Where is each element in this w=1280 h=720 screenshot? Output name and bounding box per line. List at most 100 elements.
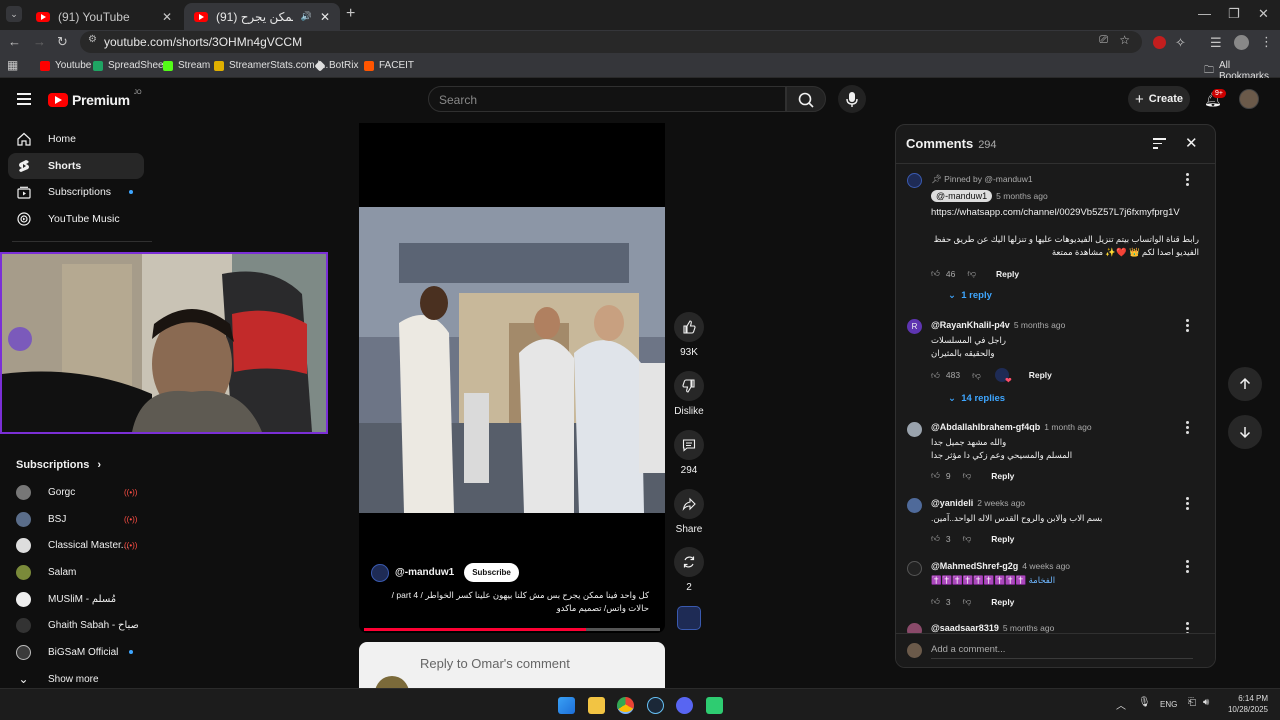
thumbs-up-icon[interactable]: 👍︎ xyxy=(931,596,940,607)
comment-link[interactable]: https://whatsapp.com/channel/0029Vb5Z57L… xyxy=(931,207,1180,218)
bookmark-stream[interactable]: Stream xyxy=(163,60,210,71)
subscription-gorgc[interactable]: Gorgc ((•)) xyxy=(16,483,146,501)
sound-thumbnail[interactable] xyxy=(677,606,701,630)
next-short-button[interactable] xyxy=(1228,415,1262,449)
audio-playing-icon[interactable]: 🔊 xyxy=(301,11,312,22)
comment-options-icon[interactable] xyxy=(1186,497,1189,512)
subscription-classical-master[interactable]: Classical Master... ((•)) xyxy=(16,536,146,554)
subscribe-button[interactable]: Subscribe xyxy=(464,563,519,582)
windows-start-icon[interactable] xyxy=(558,697,575,714)
reply-button[interactable]: Reply xyxy=(996,269,1019,279)
video-progress-track[interactable] xyxy=(364,628,660,631)
new-tab-button[interactable]: + xyxy=(346,5,355,23)
app-icon[interactable] xyxy=(706,697,723,714)
tab-search-icon[interactable]: ⌄ xyxy=(6,6,22,22)
tab-shorts-video[interactable]: (91) كل واحد فينا ممكن يجرح 🔊 ✕ xyxy=(184,3,340,30)
subscription-bsj[interactable]: BSJ ((•)) xyxy=(16,510,146,528)
sidebar-item-youtube-music[interactable]: YouTube Music xyxy=(8,206,144,232)
thumbs-up-icon[interactable]: 👍︎ xyxy=(931,370,940,381)
forward-arrow-icon[interactable]: → xyxy=(33,34,46,49)
reading-list-icon[interactable]: ☰ xyxy=(1210,35,1222,51)
channel-avatar[interactable] xyxy=(371,563,389,582)
reload-icon[interactable]: ↻ xyxy=(57,34,68,50)
close-window-icon[interactable]: ✕ xyxy=(1258,6,1269,22)
language-indicator[interactable]: ENG xyxy=(1160,700,1177,709)
profile-avatar[interactable] xyxy=(1234,35,1249,50)
comment-options-icon[interactable] xyxy=(1186,560,1189,575)
apps-grid-icon[interactable]: ▦ xyxy=(7,58,18,72)
shorts-video-player[interactable]: @-manduw1 Subscribe كل واحد فينا ممكن يج… xyxy=(359,123,665,633)
comment-author[interactable]: @AbdallahIbrahem-gf4qb xyxy=(931,422,1040,432)
hamburger-menu-icon[interactable] xyxy=(17,93,31,105)
clock[interactable]: 6:14 PM 10/28/2025 xyxy=(1226,693,1268,715)
thumbs-down-icon[interactable]: 👎︎ xyxy=(963,596,972,607)
sidebar-item-home[interactable]: Home xyxy=(8,126,144,152)
search-button[interactable] xyxy=(786,86,826,112)
minimize-window-icon[interactable]: — xyxy=(1198,6,1211,21)
extensions-puzzle-icon[interactable]: ✧ xyxy=(1175,35,1186,51)
comment-author-chip[interactable]: @-manduw1 xyxy=(931,190,993,202)
subscription-muslim[interactable]: MUSliM - مُسلم xyxy=(16,590,146,608)
comment-avatar[interactable] xyxy=(907,422,922,437)
discord-icon[interactable] xyxy=(676,697,693,714)
reply-button[interactable]: Reply xyxy=(991,471,1014,481)
install-app-icon[interactable]: ⎚ xyxy=(1099,34,1108,47)
sort-comments-icon[interactable] xyxy=(1153,138,1166,149)
account-avatar[interactable] xyxy=(1239,89,1259,109)
reply-preview-card[interactable]: Reply to Omar's comment xyxy=(359,642,665,688)
volume-icon[interactable]: 🔊︎ xyxy=(1203,697,1209,708)
subscription-ghaith-sabah[interactable]: Ghaith Sabah - صباح... xyxy=(16,616,146,634)
close-tab-icon[interactable]: ✕ xyxy=(162,10,172,24)
comments-button[interactable]: 294 xyxy=(670,430,708,476)
previous-short-button[interactable] xyxy=(1228,367,1262,401)
network-icon[interactable]: ⎗ xyxy=(1188,697,1196,708)
thumbs-up-icon[interactable]: 👍︎ xyxy=(931,470,940,481)
reply-button[interactable]: Reply xyxy=(1029,370,1052,380)
bookmark-youtube[interactable]: Youtube xyxy=(40,60,91,71)
comment-author[interactable]: @yanideli xyxy=(931,498,973,508)
comment-author[interactable]: @RayanKhalil-p4v xyxy=(931,320,1010,330)
comment-avatar[interactable] xyxy=(907,173,922,188)
comment-author[interactable]: @saadsaar8319 xyxy=(931,623,999,633)
comment-options-icon[interactable] xyxy=(1186,173,1189,188)
like-button[interactable]: 93K xyxy=(670,312,708,358)
mic-tray-icon[interactable]: 🎙︎ xyxy=(1138,697,1151,708)
view-replies-button[interactable]: ⌄ 14 replies xyxy=(948,393,1005,404)
subscription-bigsam[interactable]: BiGSaM Official xyxy=(16,643,146,661)
view-replies-button[interactable]: ⌄ 1 reply xyxy=(948,290,992,301)
comment-avatar[interactable] xyxy=(907,561,922,576)
sidebar-item-subscriptions[interactable]: Subscriptions xyxy=(8,179,144,205)
voice-search-button[interactable] xyxy=(838,85,866,113)
thumbs-up-icon[interactable]: 👍︎ xyxy=(931,533,940,544)
thumbs-down-icon[interactable]: 👎︎ xyxy=(963,533,972,544)
thumbs-down-icon[interactable]: 👎︎ xyxy=(963,470,972,481)
subscriptions-section-header[interactable]: Subscriptions › xyxy=(16,459,101,471)
share-button[interactable]: Share xyxy=(670,489,708,535)
browser-menu-icon[interactable]: ⋮ xyxy=(1260,34,1273,50)
reply-button[interactable]: Reply xyxy=(991,534,1014,544)
search-input[interactable]: Search xyxy=(428,86,786,112)
extension-icon[interactable] xyxy=(1153,36,1166,49)
thumbs-up-icon[interactable]: 👍︎ xyxy=(931,268,940,279)
bookmark-spreadsheet[interactable]: SpreadSheet xyxy=(93,60,166,71)
chrome-icon[interactable] xyxy=(617,697,634,714)
thumbs-down-icon[interactable]: 👎︎ xyxy=(967,268,976,279)
close-comments-icon[interactable]: ✕ xyxy=(1185,134,1198,152)
remix-button[interactable]: 2 xyxy=(670,547,708,593)
reply-button[interactable]: Reply xyxy=(991,597,1014,607)
dislike-button[interactable]: Dislike xyxy=(670,371,708,417)
create-button[interactable]: + Create xyxy=(1128,86,1190,112)
add-comment-input[interactable]: Add a comment... xyxy=(931,644,1193,659)
subscription-salam[interactable]: Salam xyxy=(16,563,146,581)
youtube-premium-logo[interactable]: Premium JO xyxy=(48,90,141,108)
comment-avatar[interactable] xyxy=(907,498,922,513)
bookmark-star-icon[interactable]: ☆ xyxy=(1119,33,1130,47)
channel-name[interactable]: @-manduw1 xyxy=(395,567,454,578)
steam-icon[interactable] xyxy=(647,697,664,714)
bookmark-streamerstats[interactable]: StreamerStats.com |... xyxy=(214,60,328,71)
file-explorer-icon[interactable] xyxy=(588,697,605,714)
restore-window-icon[interactable]: ❐ xyxy=(1228,6,1240,22)
close-tab-icon[interactable]: ✕ xyxy=(320,10,330,24)
tray-chevron-icon[interactable]: ︿ xyxy=(1116,697,1126,712)
comment-options-icon[interactable] xyxy=(1186,319,1189,334)
